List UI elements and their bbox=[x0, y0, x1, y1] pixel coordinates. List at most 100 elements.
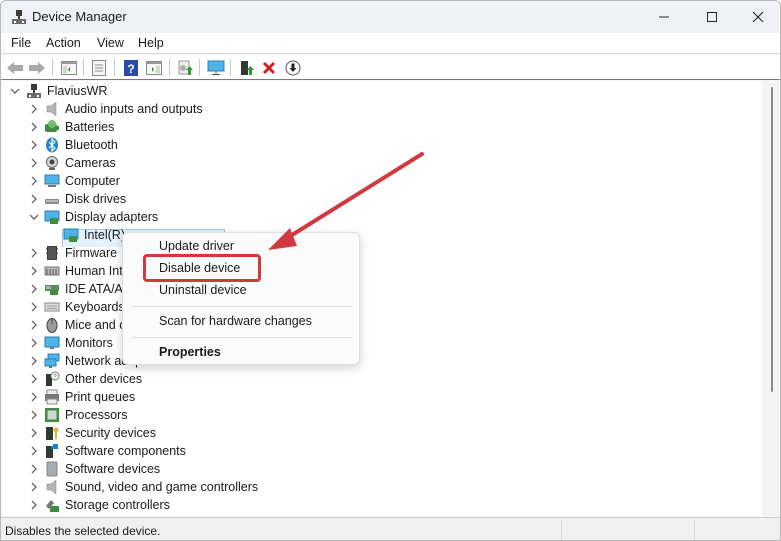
tree-device-selected[interactable]: Intel(R) bbox=[63, 226, 125, 244]
chevron-right-icon[interactable] bbox=[29, 284, 39, 294]
back-arrow-icon bbox=[7, 62, 23, 74]
toolbar-separator bbox=[114, 59, 115, 76]
properties-button[interactable] bbox=[89, 58, 109, 78]
chevron-right-icon[interactable] bbox=[29, 446, 39, 456]
uninstall-device-button[interactable] bbox=[259, 58, 279, 78]
tree-category[interactable]: Software devices bbox=[44, 460, 160, 478]
context-item-scan-hardware[interactable]: Scan for hardware changes bbox=[159, 314, 312, 328]
maximize-button[interactable] bbox=[689, 1, 735, 33]
chevron-right-icon[interactable] bbox=[29, 176, 39, 186]
tree-category[interactable]: Security devices bbox=[44, 424, 156, 442]
menu-help[interactable]: Help bbox=[138, 36, 164, 50]
computer-icon bbox=[44, 174, 60, 187]
show-hide-console-tree-button[interactable] bbox=[59, 58, 79, 78]
menu-view[interactable]: View bbox=[97, 36, 124, 50]
tree-category[interactable]: ? Other devices bbox=[44, 370, 142, 388]
enable-device-button[interactable] bbox=[237, 58, 257, 78]
tree-item-label: Mice and o bbox=[65, 318, 127, 332]
tree-category[interactable]: Firmware bbox=[44, 244, 117, 262]
tree-category[interactable]: Sound, video and game controllers bbox=[44, 478, 258, 496]
context-menu-separator bbox=[132, 306, 352, 307]
tree-item-label: Computer bbox=[65, 174, 120, 188]
hid-icon bbox=[44, 266, 60, 276]
tree-category[interactable]: Keyboards bbox=[44, 298, 125, 316]
context-item-uninstall-device[interactable]: Uninstall device bbox=[159, 283, 247, 297]
chevron-right-icon[interactable] bbox=[29, 194, 39, 204]
chevron-right-icon[interactable] bbox=[29, 140, 39, 150]
show-hide-action-pane-button[interactable] bbox=[144, 58, 164, 78]
chevron-right-icon[interactable] bbox=[29, 248, 39, 258]
sound-icon bbox=[46, 479, 57, 495]
ide-controller-icon bbox=[45, 285, 59, 295]
menu-action[interactable]: Action bbox=[46, 36, 81, 50]
chevron-right-icon[interactable] bbox=[29, 338, 39, 348]
tree-category[interactable]: Computer bbox=[44, 172, 120, 190]
tree-category[interactable]: Disk drives bbox=[44, 190, 126, 208]
forward-arrow-icon bbox=[29, 62, 45, 74]
tree-category[interactable]: Monitors bbox=[44, 334, 113, 352]
tree-category[interactable]: Human Int bbox=[44, 262, 123, 280]
context-item-update-driver[interactable]: Update driver bbox=[159, 239, 234, 253]
chevron-right-icon[interactable] bbox=[29, 158, 39, 168]
chevron-right-icon[interactable] bbox=[29, 104, 39, 114]
status-bar: Disables the selected device. bbox=[1, 517, 780, 540]
storage-controller-icon bbox=[46, 500, 59, 512]
tree-category[interactable]: IDE ATA/AT bbox=[44, 280, 130, 298]
display-adapter-icon bbox=[63, 228, 79, 242]
tree-category[interactable]: Bluetooth bbox=[44, 136, 118, 154]
context-item-properties[interactable]: Properties bbox=[159, 345, 221, 359]
chevron-right-icon[interactable] bbox=[29, 356, 39, 366]
tree-root[interactable]: FlaviusWR bbox=[26, 82, 107, 100]
tree-item-label: Software components bbox=[65, 444, 186, 458]
status-divider bbox=[694, 520, 695, 540]
battery-icon bbox=[45, 120, 59, 132]
tree-item-label: Bluetooth bbox=[65, 138, 118, 152]
chevron-right-icon[interactable] bbox=[29, 464, 39, 474]
chevron-right-icon[interactable] bbox=[29, 410, 39, 420]
chevron-right-icon[interactable] bbox=[29, 374, 39, 384]
disable-device-icon bbox=[285, 60, 301, 76]
update-driver-button[interactable] bbox=[175, 58, 195, 78]
chevron-right-icon[interactable] bbox=[29, 122, 39, 132]
window-title: Device Manager bbox=[32, 9, 127, 24]
network-adapter-icon bbox=[44, 353, 60, 368]
scrollbar-thumb[interactable] bbox=[771, 87, 773, 392]
help-button[interactable]: ? bbox=[121, 58, 141, 78]
tree-item-label: FlaviusWR bbox=[47, 84, 108, 98]
device-tree[interactable]: FlaviusWR Audio inputs and outputs Batteri… bbox=[2, 81, 762, 516]
uninstall-device-icon bbox=[262, 61, 276, 75]
tree-category[interactable]: Mice and o bbox=[44, 316, 126, 334]
chevron-down-icon[interactable] bbox=[29, 212, 39, 222]
monitor-icon bbox=[44, 336, 60, 349]
toolbar-separator bbox=[199, 59, 200, 76]
tree-category[interactable]: Storage controllers bbox=[44, 496, 170, 514]
chevron-right-icon[interactable] bbox=[29, 392, 39, 402]
firmware-icon bbox=[46, 246, 58, 260]
minimize-button[interactable] bbox=[641, 1, 687, 33]
back-button[interactable] bbox=[5, 58, 25, 78]
camera-icon bbox=[46, 156, 58, 170]
chevron-right-icon[interactable] bbox=[29, 320, 39, 330]
forward-button[interactable] bbox=[27, 58, 47, 78]
scan-hardware-button[interactable] bbox=[206, 58, 226, 78]
menu-file[interactable]: File bbox=[11, 36, 31, 50]
chevron-down-icon[interactable] bbox=[10, 86, 20, 96]
tree-item-label: Print queues bbox=[65, 390, 136, 404]
tree-item-label: Other devices bbox=[65, 372, 143, 386]
tree-category[interactable]: Audio inputs and outputs bbox=[44, 100, 203, 118]
chevron-right-icon[interactable] bbox=[29, 266, 39, 276]
chevron-right-icon[interactable] bbox=[29, 428, 39, 438]
tree-category[interactable]: Print queues bbox=[44, 388, 135, 406]
disable-device-button[interactable] bbox=[283, 58, 303, 78]
tree-category[interactable]: Software components bbox=[44, 442, 186, 460]
close-button[interactable] bbox=[735, 1, 780, 33]
vertical-scrollbar[interactable] bbox=[763, 81, 780, 516]
tree-category[interactable]: Display adapters bbox=[44, 208, 158, 226]
tree-category[interactable]: Cameras bbox=[44, 154, 116, 172]
chevron-right-icon[interactable] bbox=[29, 482, 39, 492]
tree-category[interactable]: Processors bbox=[44, 406, 128, 424]
context-menu: Update driver Disable device Uninstall d… bbox=[122, 232, 360, 365]
tree-category[interactable]: Batteries bbox=[44, 118, 114, 136]
chevron-right-icon[interactable] bbox=[29, 500, 39, 510]
chevron-right-icon[interactable] bbox=[29, 302, 39, 312]
